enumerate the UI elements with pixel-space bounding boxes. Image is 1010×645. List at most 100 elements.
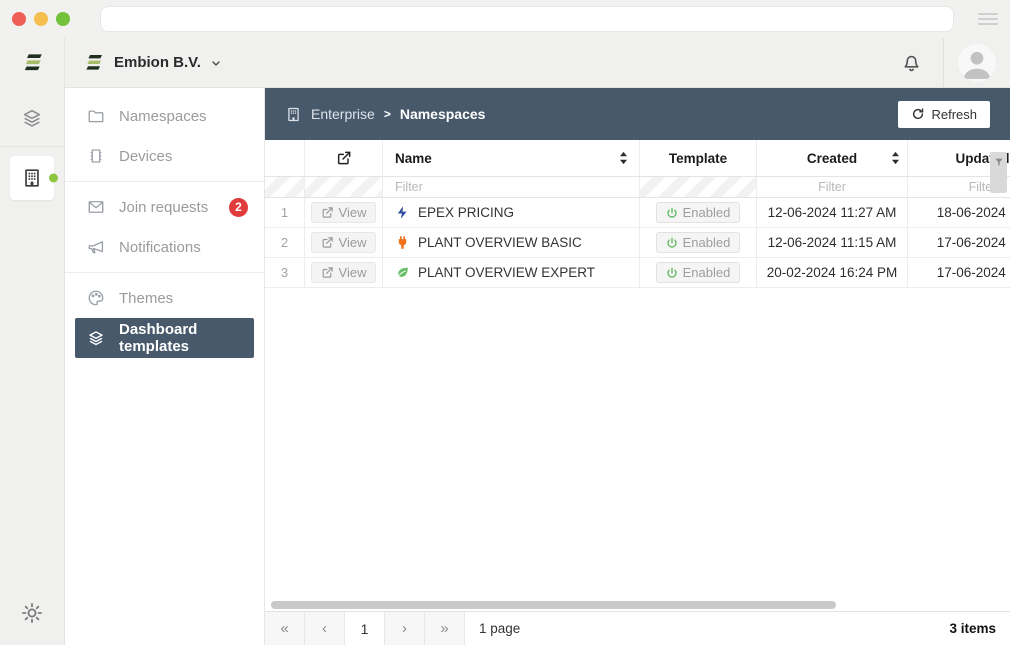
app-body: Namespaces Devices Join requests 2 N xyxy=(65,88,1010,645)
header-rownum xyxy=(265,140,305,176)
refresh-button[interactable]: Refresh xyxy=(898,101,990,128)
pagination-bar: « ‹ 1 › » 1 page 3 items xyxy=(265,611,1010,645)
close-window-button[interactable] xyxy=(12,12,26,26)
row-number: 1 xyxy=(265,198,305,227)
last-page-button[interactable]: » xyxy=(425,612,465,645)
sort-icon[interactable] xyxy=(618,151,629,165)
app-frame: Embion B.V. xyxy=(0,38,1010,645)
external-link-icon xyxy=(321,206,334,219)
sidebar-item-dashboard-templates[interactable]: Dashboard templates xyxy=(75,318,254,358)
leaf-icon xyxy=(395,265,410,280)
funnel-icon xyxy=(994,157,1004,167)
template-status-badge: Enabled xyxy=(656,202,741,223)
sidebar-item-label: Themes xyxy=(119,290,173,307)
sidebar-item-devices[interactable]: Devices xyxy=(65,136,264,176)
org-switcher[interactable]: Embion B.V. xyxy=(81,51,222,75)
table-row[interactable]: 3 View PLANT OVERVIEW EXPERT xyxy=(265,258,1010,288)
main-panel: Enterprise > Namespaces Refresh xyxy=(265,88,1010,645)
items-count-label: 3 items xyxy=(949,621,996,636)
maximize-window-button[interactable] xyxy=(56,12,70,26)
sidebar-item-label: Dashboard templates xyxy=(119,321,254,355)
breadcrumb-enterprise[interactable]: Enterprise xyxy=(311,106,375,122)
page-count-label: 1 page xyxy=(479,621,520,636)
layers-icon xyxy=(87,329,105,347)
power-icon xyxy=(666,207,678,219)
name-cell: PLANT OVERVIEW BASIC xyxy=(383,228,640,257)
app-header: Embion B.V. xyxy=(65,38,1010,88)
sidebar-item-themes[interactable]: Themes xyxy=(65,278,264,318)
view-button[interactable]: View xyxy=(311,232,377,253)
sidebar-divider xyxy=(65,181,264,182)
template-status-badge: Enabled xyxy=(656,262,741,283)
filter-created-cell xyxy=(757,177,908,197)
row-number: 3 xyxy=(265,258,305,287)
building-icon xyxy=(285,106,302,123)
rail-item-enterprise[interactable] xyxy=(10,156,54,200)
plug-icon xyxy=(395,235,410,250)
view-button[interactable]: View xyxy=(311,202,377,223)
building-icon xyxy=(21,167,43,189)
filter-rownum-disabled xyxy=(265,177,305,197)
horizontal-scrollbar-thumb[interactable] xyxy=(271,601,836,609)
folder-icon xyxy=(87,107,105,125)
filter-template-disabled xyxy=(640,177,757,197)
sidebar-item-label: Namespaces xyxy=(119,108,207,125)
filter-open-disabled xyxy=(305,177,383,197)
chevron-down-icon xyxy=(210,57,222,69)
rail-item-dashboards[interactable] xyxy=(12,98,52,138)
right-column: Embion B.V. xyxy=(65,38,1010,645)
settings-gear-icon[interactable] xyxy=(20,601,44,625)
updated-date: 17-06-2024 14: xyxy=(937,235,1010,250)
next-page-button[interactable]: › xyxy=(385,612,425,645)
palette-icon xyxy=(87,289,105,307)
header-template[interactable]: Template xyxy=(640,140,757,176)
sidebar-divider xyxy=(65,272,264,273)
minimize-window-button[interactable] xyxy=(34,12,48,26)
app-logo-icon xyxy=(0,38,64,88)
lightning-icon xyxy=(395,205,410,220)
table-row[interactable]: 1 View EPEX PRICING xyxy=(265,198,1010,228)
sidebar-item-namespaces[interactable]: Namespaces xyxy=(65,96,264,136)
enterprise-status-dot xyxy=(49,174,58,183)
row-number: 2 xyxy=(265,228,305,257)
name-cell: PLANT OVERVIEW EXPERT xyxy=(383,258,640,287)
column-filter-toggle[interactable] xyxy=(990,152,1007,193)
app-logo-icon xyxy=(81,51,105,75)
created-filter-input[interactable] xyxy=(757,180,907,194)
sidebar-item-label: Devices xyxy=(119,148,172,165)
refresh-icon xyxy=(911,107,925,121)
name-filter-input[interactable] xyxy=(395,180,629,194)
header-name[interactable]: Name xyxy=(383,140,640,176)
breadcrumb: Enterprise > Namespaces Refresh xyxy=(265,88,1010,140)
rail-divider xyxy=(0,146,64,147)
org-name: Embion B.V. xyxy=(114,54,201,71)
external-link-icon xyxy=(336,150,352,166)
layers-icon xyxy=(21,107,43,129)
breadcrumb-namespaces[interactable]: Namespaces xyxy=(400,106,486,122)
header-created[interactable]: Created xyxy=(757,140,908,176)
refresh-label: Refresh xyxy=(931,107,977,122)
namespace-name: PLANT OVERVIEW EXPERT xyxy=(418,265,595,280)
created-date: 12-06-2024 11:27 AM xyxy=(768,205,897,220)
browser-menu-icon[interactable] xyxy=(978,13,998,25)
icon-rail xyxy=(0,38,65,645)
updated-date: 18-06-2024 12: xyxy=(937,205,1010,220)
view-button[interactable]: View xyxy=(311,262,377,283)
previous-page-button[interactable]: ‹ xyxy=(305,612,345,645)
namespace-name: EPEX PRICING xyxy=(418,205,514,220)
sidebar-item-join-requests[interactable]: Join requests 2 xyxy=(65,187,264,227)
table-row[interactable]: 2 View PLANT OVERVIEW BASIC xyxy=(265,228,1010,258)
current-page-button[interactable]: 1 xyxy=(345,612,385,645)
notifications-bell-icon[interactable] xyxy=(900,51,923,74)
first-page-button[interactable]: « xyxy=(265,612,305,645)
sidebar-item-label: Join requests xyxy=(119,199,208,216)
sort-icon[interactable] xyxy=(890,151,901,165)
power-icon xyxy=(666,267,678,279)
url-bar[interactable] xyxy=(100,6,954,32)
updated-date: 17-06-2024 16: xyxy=(937,265,1010,280)
sidebar-item-notifications[interactable]: Notifications xyxy=(65,227,264,267)
envelope-icon xyxy=(87,198,105,216)
table-header-row: Name Template Created Update xyxy=(265,140,1010,177)
user-avatar[interactable] xyxy=(958,44,996,82)
template-status-badge: Enabled xyxy=(656,232,741,253)
